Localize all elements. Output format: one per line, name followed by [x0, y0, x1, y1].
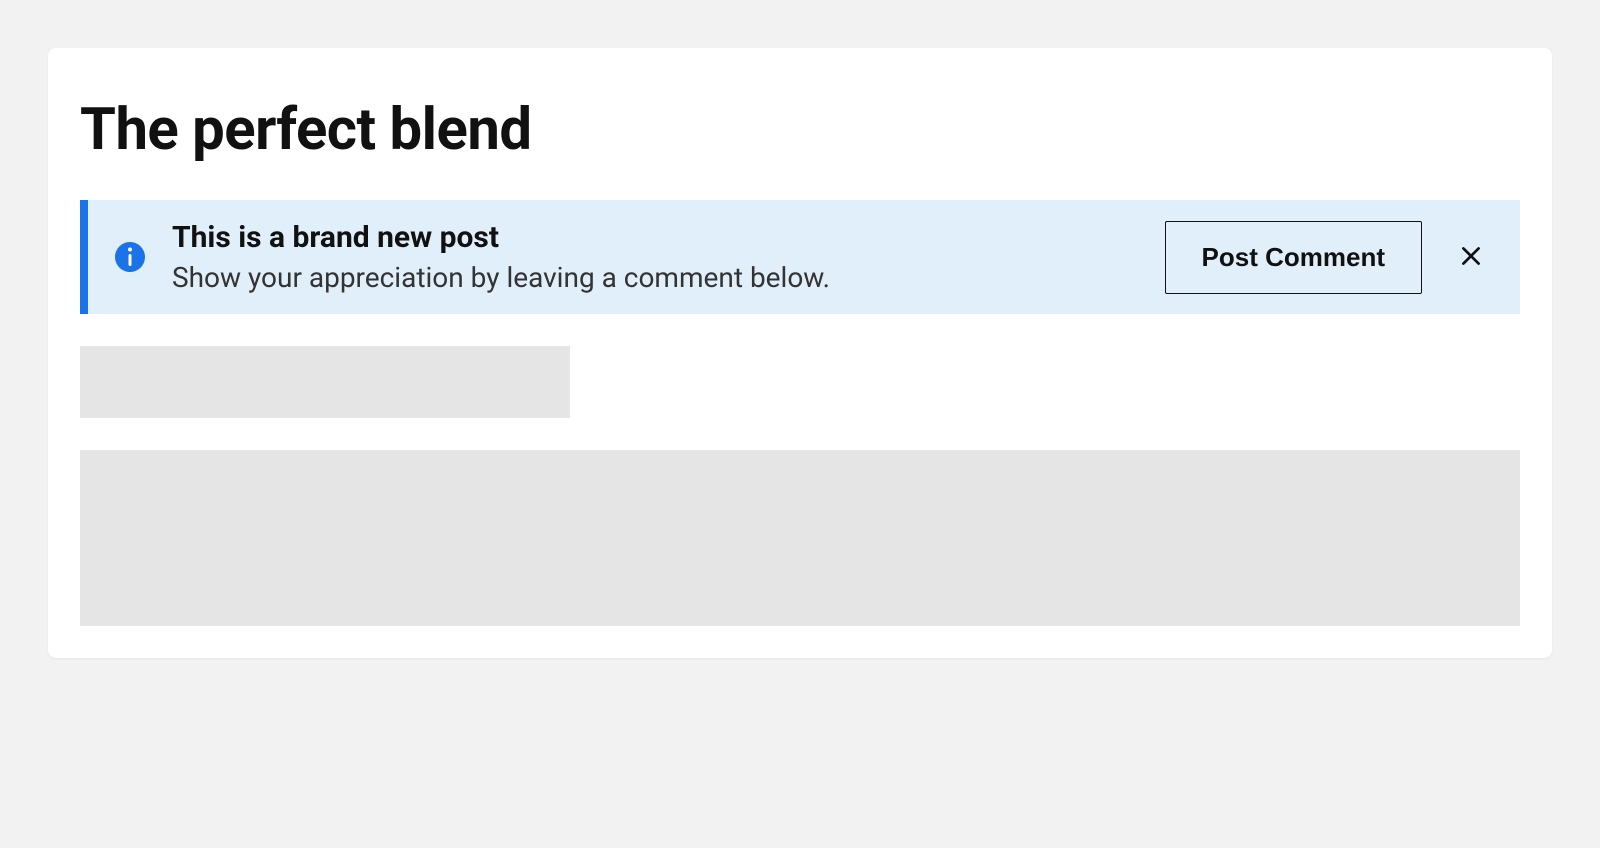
skeleton-placeholder-long	[80, 450, 1520, 626]
post-comment-button[interactable]: Post Comment	[1165, 221, 1422, 294]
close-icon	[1458, 243, 1484, 272]
content-card: The perfect blend This is a brand new po…	[48, 48, 1552, 658]
alert-description: Show your appreciation by leaving a comm…	[172, 261, 1141, 294]
alert-content: This is a brand new post Show your appre…	[172, 220, 1141, 294]
page-title: The perfect blend	[80, 96, 1520, 164]
alert-title: This is a brand new post	[172, 220, 1141, 255]
alert-actions: Post Comment	[1165, 221, 1492, 294]
close-button[interactable]	[1450, 235, 1492, 280]
info-icon	[112, 239, 148, 275]
info-alert: This is a brand new post Show your appre…	[80, 200, 1520, 314]
skeleton-placeholder-short	[80, 346, 570, 418]
